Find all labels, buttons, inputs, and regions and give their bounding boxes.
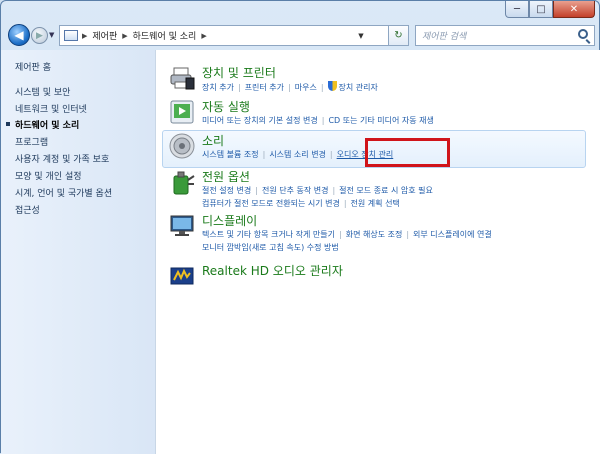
search-input[interactable]: 제어판 검색 xyxy=(415,25,595,46)
sidebar: 제어판 홈 시스템 및 보안 네트워크 및 인터넷 하드웨어 및 소리 프로그램… xyxy=(1,50,155,454)
link-external-display[interactable]: 외부 디스플레이에 연결 xyxy=(413,230,492,239)
control-panel-window: ─ □ ✕ ◀ ▶ ▼ ▶ 제어판 ▶ 하드웨어 및 소리 ▶ ▼ ↻ 제어판 … xyxy=(0,0,600,454)
sidebar-item-home[interactable]: 제어판 홈 xyxy=(15,60,51,73)
link-mouse[interactable]: 마우스 xyxy=(295,83,317,92)
category-title-autoplay[interactable]: 자동 실행 xyxy=(202,98,250,115)
address-bar[interactable]: ▶ 제어판 ▶ 하드웨어 및 소리 ▶ ▼ xyxy=(59,25,389,46)
minimize-button[interactable]: ─ xyxy=(505,1,529,18)
breadcrumb-separator-icon[interactable]: ▶ xyxy=(201,32,206,40)
address-history-dropdown-icon[interactable]: ▼ xyxy=(354,28,368,43)
link-text-size[interactable]: 텍스트 및 기타 항목 크거나 작게 만들기 xyxy=(202,230,335,239)
link-screen-resolution[interactable]: 화면 해상도 조정 xyxy=(346,230,403,239)
sidebar-item-hardware-sound: 하드웨어 및 소리 xyxy=(15,121,80,131)
breadcrumb-separator-icon[interactable]: ▶ xyxy=(122,32,127,40)
back-button[interactable]: ◀ xyxy=(8,24,30,46)
link-sleep-settings[interactable]: 절전 설정 변경 xyxy=(202,186,251,195)
link-add-printer[interactable]: 프린터 추가 xyxy=(245,83,284,92)
sidebar-item-programs[interactable]: 프로그램 xyxy=(15,135,48,148)
links-power-row2: 컴퓨터가 절전 모드로 전환되는 시기 변경 | 전원 계획 선택 xyxy=(202,199,400,208)
link-media-defaults[interactable]: 미디어 또는 장치의 기본 설정 변경 xyxy=(202,116,318,125)
category-title-realtek[interactable]: Realtek HD 오디오 관리자 xyxy=(202,262,343,279)
link-system-sounds[interactable]: 시스템 소리 변경 xyxy=(269,150,326,159)
link-power-plan[interactable]: 전원 계획 선택 xyxy=(351,199,400,208)
forward-button[interactable]: ▶ xyxy=(31,27,48,44)
link-device-manager[interactable]: 장치 관리자 xyxy=(339,83,378,92)
category-title-sound[interactable]: 소리 xyxy=(202,132,224,149)
navigation-bar: ◀ ▶ ▼ ▶ 제어판 ▶ 하드웨어 및 소리 ▶ ▼ ↻ 제어판 검색 xyxy=(1,21,600,49)
close-button[interactable]: ✕ xyxy=(553,1,595,18)
active-bullet-icon xyxy=(6,122,10,126)
link-monitor-flicker[interactable]: 모니터 깜박임(새로 고침 속도) 수정 방법 xyxy=(202,243,339,252)
forward-arrow-icon: ▶ xyxy=(36,30,43,41)
realtek-icon[interactable] xyxy=(168,262,196,290)
link-add-device[interactable]: 장치 추가 xyxy=(202,83,234,92)
breadcrumb-hardware-sound[interactable]: 하드웨어 및 소리 xyxy=(133,29,197,42)
refresh-button[interactable]: ↻ xyxy=(389,25,409,46)
sidebar-item-system-security[interactable]: 시스템 및 보안 xyxy=(15,85,70,98)
link-sleep-timing[interactable]: 컴퓨터가 절전 모드로 전환되는 시기 변경 xyxy=(202,199,340,208)
links-power-row1: 절전 설정 변경 | 전원 단추 동작 변경 | 절전 모드 종료 시 암호 필요 xyxy=(202,186,433,195)
title-bar: ─ □ ✕ xyxy=(1,1,600,21)
link-wake-password[interactable]: 절전 모드 종료 시 암호 필요 xyxy=(339,186,433,195)
back-arrow-icon: ◀ xyxy=(14,28,24,42)
category-title-display[interactable]: 디스플레이 xyxy=(202,212,257,229)
search-icon[interactable] xyxy=(578,29,588,39)
link-cd-autoplay[interactable]: CD 또는 기타 미디어 자동 재생 xyxy=(328,116,433,125)
links-devices-printers: 장치 추가 | 프린터 추가 | 마우스 | 장치 관리자 xyxy=(202,81,378,92)
display-icon[interactable] xyxy=(168,212,196,240)
category-title-power-options[interactable]: 전원 옵션 xyxy=(202,168,250,185)
category-title-devices-printers[interactable]: 장치 및 프린터 xyxy=(202,64,276,81)
maximize-button[interactable]: □ xyxy=(529,1,553,18)
breadcrumb-separator-icon[interactable]: ▶ xyxy=(82,32,87,40)
sidebar-item-user-accounts[interactable]: 사용자 계정 및 가족 보호 xyxy=(15,152,109,165)
autoplay-icon[interactable] xyxy=(168,98,196,126)
sidebar-item-accessibility[interactable]: 접근성 xyxy=(15,203,40,216)
speaker-icon[interactable] xyxy=(168,132,196,160)
sidebar-item-appearance[interactable]: 모양 및 개인 설정 xyxy=(15,169,82,182)
sidebar-item-network[interactable]: 네트워크 및 인터넷 xyxy=(15,102,87,115)
links-display-row1: 텍스트 및 기타 항목 크거나 작게 만들기 | 화면 해상도 조정 | 외부 디스플레… xyxy=(202,230,492,239)
highlight-annotation-box xyxy=(365,138,450,167)
link-system-volume[interactable]: 시스템 볼륨 조정 xyxy=(202,150,259,159)
control-panel-icon xyxy=(64,30,78,41)
recent-pages-dropdown-icon[interactable]: ▼ xyxy=(49,31,54,39)
caption-buttons: ─ □ ✕ xyxy=(505,1,595,18)
uac-shield-icon xyxy=(327,81,337,91)
sidebar-item-clock-language[interactable]: 시계, 언어 및 국가별 옵션 xyxy=(15,186,112,199)
power-icon[interactable] xyxy=(168,168,196,196)
link-power-button-action[interactable]: 전원 단추 동작 변경 xyxy=(262,186,329,195)
refresh-icon: ↻ xyxy=(394,30,403,41)
links-autoplay: 미디어 또는 장치의 기본 설정 변경 | CD 또는 기타 미디어 자동 재생 xyxy=(202,116,434,125)
printer-icon[interactable] xyxy=(168,64,196,92)
breadcrumb-control-panel[interactable]: 제어판 xyxy=(92,29,117,42)
main-content: 장치 및 프린터 장치 추가 | 프린터 추가 | 마우스 | 장치 관리자 자동 실행 미… xyxy=(155,50,600,454)
search-placeholder: 제어판 검색 xyxy=(422,32,467,42)
links-display-row2: 모니터 깜박임(새로 고침 속도) 수정 방법 xyxy=(202,242,339,253)
